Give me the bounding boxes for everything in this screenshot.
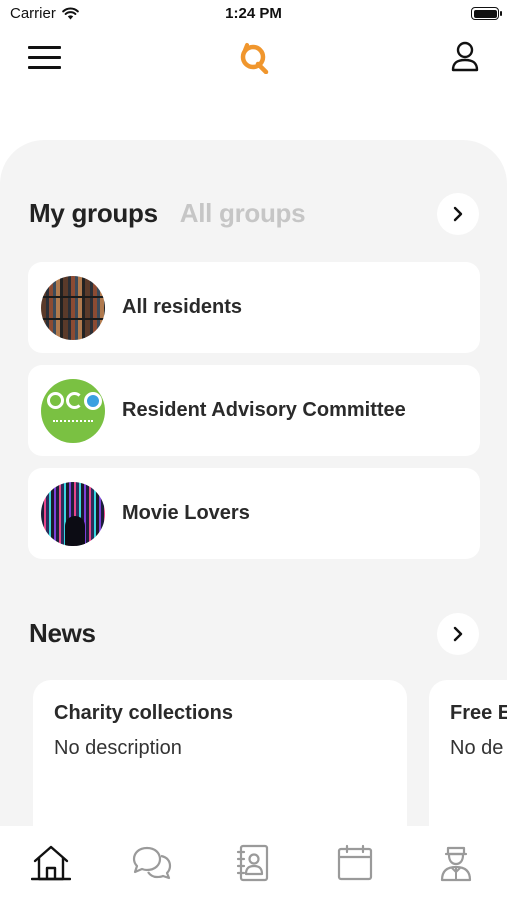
chevron-right-icon [453,206,463,222]
group-avatar-neon-lights [41,481,105,546]
chevron-right-icon [453,626,463,642]
bottom-tab-bar [0,826,507,900]
tab-contacts[interactable] [223,844,283,886]
news-card-charity-collections[interactable]: Charity collections No description [33,680,407,840]
user-profile-icon[interactable] [449,40,481,74]
news-header: News [29,618,96,649]
tab-all-groups[interactable]: All groups [180,198,306,229]
home-icon [30,845,71,881]
group-card-resident-advisory-committee[interactable]: Resident Advisory Committee [28,365,480,456]
calendar-icon [337,844,372,881]
concierge-icon [441,846,472,882]
status-bar: Carrier 1:24 PM [0,0,507,28]
contacts-icon [237,844,269,882]
tab-concierge[interactable] [426,844,486,886]
tab-my-groups[interactable]: My groups [29,198,158,229]
status-time: 1:24 PM [225,5,282,22]
group-name: Movie Lovers [122,502,250,524]
group-card-movie-lovers[interactable]: Movie Lovers [28,468,480,559]
hamburger-menu-icon[interactable] [28,44,62,70]
news-item-title: Charity collections [54,702,233,724]
tab-chat[interactable] [122,844,182,886]
groups-more-button[interactable] [437,193,479,235]
tab-calendar[interactable] [325,844,385,886]
group-avatar-bookshelf [41,275,105,340]
group-avatar-green-logo [41,378,105,443]
group-card-all-residents[interactable]: All residents [28,262,480,353]
news-item-title: Free E [450,702,507,724]
group-name: Resident Advisory Committee [122,399,406,421]
tab-home[interactable] [21,844,81,886]
news-more-button[interactable] [437,613,479,655]
news-item-description: No description [54,737,182,759]
chat-icon [132,846,172,880]
battery-icon [471,7,502,20]
news-item-description: No de [450,737,504,759]
groups-header: My groups All groups [29,198,306,229]
news-title: News [29,618,96,648]
home-panel: My groups All groups All residents Resid… [0,140,507,840]
news-card-free[interactable]: Free E No de [429,680,507,840]
group-name: All residents [122,296,243,318]
top-navigation [0,36,507,82]
app-logo-icon [240,43,269,74]
